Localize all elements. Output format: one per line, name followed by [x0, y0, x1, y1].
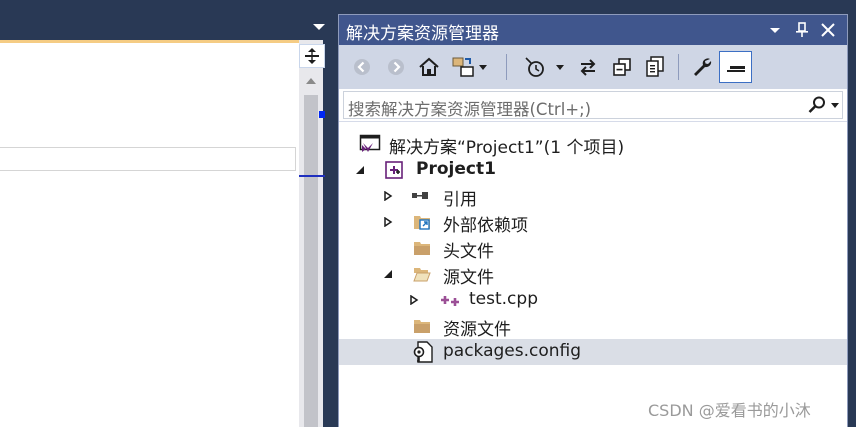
- folder-icon: [414, 320, 430, 333]
- pending-changes-filter-button[interactable]: [522, 53, 566, 81]
- panel-title: 解决方案资源管理器: [346, 24, 499, 44]
- home-button[interactable]: [418, 53, 440, 81]
- preview-selected-items-button[interactable]: [719, 51, 752, 83]
- pending-changes-icon: [525, 57, 564, 77]
- window-position-dropdown-icon[interactable]: [767, 22, 783, 38]
- tree-item-label: Project1: [416, 159, 496, 179]
- scroll-caret-marker: [319, 111, 325, 118]
- watermark: CSDN @爱看书的小沐: [648, 401, 811, 420]
- tree-item-project[interactable]: Project1: [339, 157, 847, 183]
- search-options-dropdown-icon[interactable]: [831, 103, 839, 108]
- cpp-file-icon: [441, 296, 459, 306]
- expanded-arrow-icon[interactable]: [383, 269, 393, 279]
- close-icon[interactable]: [820, 22, 836, 38]
- back-button[interactable]: [351, 53, 373, 81]
- external-folder-icon: [414, 216, 430, 230]
- open-folder-icon: [413, 268, 431, 282]
- collapsed-arrow-icon[interactable]: [409, 295, 419, 305]
- tree-item-header-files[interactable]: 头文件: [339, 235, 847, 262]
- back-icon: [354, 59, 370, 75]
- search-input[interactable]: 搜索解决方案资源管理器(Ctrl+;): [343, 91, 843, 119]
- scroll-thumb[interactable]: [304, 95, 318, 427]
- caret-position-line: [299, 175, 325, 177]
- split-window-button[interactable]: [299, 44, 325, 68]
- switch-views-icon: [452, 57, 487, 77]
- tree-item-label: 外部依赖项: [443, 216, 528, 236]
- properties-button[interactable]: [690, 53, 714, 81]
- editor-input-field[interactable]: [0, 147, 296, 171]
- collapse-all-button[interactable]: [611, 53, 633, 81]
- sync-icon: [580, 59, 596, 76]
- toolbar-separator: [678, 54, 679, 80]
- solution-icon: [359, 134, 381, 152]
- forward-button[interactable]: [385, 53, 407, 81]
- tree-item-references[interactable]: 引用: [339, 183, 847, 210]
- home-icon: [419, 57, 439, 76]
- tree-item-label: 源文件: [443, 268, 494, 288]
- pin-icon[interactable]: [794, 22, 810, 38]
- tree-item-test-cpp[interactable]: test.cpp: [339, 287, 847, 313]
- tree-item-external-dependencies[interactable]: 外部依赖项: [339, 209, 847, 236]
- tree-item-label: packages.config: [443, 341, 582, 361]
- tree-item-label: 解决方案“Project1”(1 个项目): [389, 138, 625, 158]
- tree-item-label: 头文件: [443, 242, 494, 262]
- split-icon: [305, 48, 319, 64]
- panel-toolbar: [339, 45, 847, 89]
- tree-item-label: 资源文件: [443, 320, 511, 340]
- tree-item-label: 引用: [443, 190, 477, 210]
- show-all-files-icon: [646, 56, 664, 77]
- cpp-project-icon: [385, 161, 403, 179]
- search-placeholder: 搜索解决方案资源管理器(Ctrl+;): [348, 100, 592, 119]
- solution-explorer-panel: 解决方案资源管理器 搜索解决方案资源管理器(Ctrl+;) 解决方案“Proje…: [338, 14, 848, 427]
- wrench-icon: [694, 58, 712, 76]
- tree-item-label: test.cpp: [469, 289, 538, 309]
- forward-icon: [388, 59, 404, 75]
- collapse-all-icon: [613, 58, 631, 76]
- scroll-up-icon[interactable]: [305, 76, 317, 86]
- show-all-files-button[interactable]: [644, 53, 666, 81]
- config-file-icon: [413, 341, 433, 363]
- tree-item-solution[interactable]: 解决方案“Project1”(1 个项目): [339, 131, 847, 158]
- code-editor[interactable]: [0, 40, 299, 427]
- panel-titlebar: 解决方案资源管理器: [339, 15, 847, 45]
- document-tab-bar: [0, 0, 333, 40]
- references-icon: [412, 192, 428, 199]
- tree-item-packages-config[interactable]: packages.config: [339, 339, 847, 365]
- search-icon[interactable]: [807, 95, 827, 115]
- folder-icon: [414, 242, 430, 255]
- preview-icon: [726, 66, 745, 72]
- search-separator: [339, 121, 847, 122]
- collapsed-arrow-icon[interactable]: [383, 217, 393, 227]
- switch-views-button[interactable]: [451, 53, 489, 81]
- document-dropdown-icon[interactable]: [312, 22, 326, 32]
- tree-item-source-files[interactable]: 源文件: [339, 261, 847, 288]
- collapsed-arrow-icon[interactable]: [383, 191, 393, 201]
- sync-with-document-button[interactable]: [577, 53, 599, 81]
- tree-item-resource-files[interactable]: 资源文件: [339, 313, 847, 340]
- toolbar-separator: [506, 54, 507, 80]
- expanded-arrow-icon[interactable]: [355, 165, 365, 175]
